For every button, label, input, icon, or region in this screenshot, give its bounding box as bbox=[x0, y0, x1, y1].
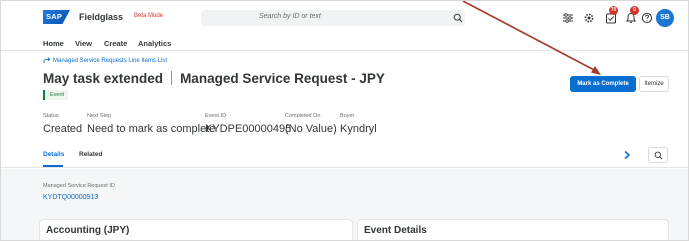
shell-bar: SAP Fieldglass Beta Mode Search by ID or… bbox=[1, 1, 688, 35]
attribute-completed-on: Completed On (No Value) bbox=[285, 113, 337, 135]
settings-icon[interactable] bbox=[562, 12, 574, 24]
attribute-value: Created bbox=[43, 123, 83, 135]
title-main: May task extended bbox=[43, 71, 164, 86]
page-title: May task extended Managed Service Request… bbox=[43, 71, 385, 86]
back-arrow-icon[interactable] bbox=[43, 57, 51, 65]
itemize-button[interactable]: Itemize bbox=[639, 76, 669, 92]
attribute-next-step: Next Step Need to mark as complete bbox=[87, 113, 215, 135]
search-icon bbox=[654, 151, 663, 160]
attribute-event-id: Event ID KYDPE00000495 bbox=[205, 113, 291, 135]
section-title: Accounting (JPY) bbox=[46, 225, 130, 236]
attribute-label: Event ID bbox=[205, 113, 227, 119]
search-icon[interactable] bbox=[453, 13, 463, 23]
active-tab-indicator bbox=[43, 165, 63, 167]
attribute-label: Next Step bbox=[87, 113, 112, 119]
top-navigation: Home View Create Analytics bbox=[1, 35, 688, 51]
request-id-link[interactable]: KYDTQ00000913 bbox=[43, 194, 98, 201]
title-divider bbox=[171, 71, 173, 85]
attribute-value: (No Value) bbox=[285, 123, 337, 135]
attribute-label: Completed On bbox=[285, 113, 321, 119]
avatar[interactable]: SB bbox=[656, 9, 674, 27]
breadcrumb-link[interactable]: Managed Service Requests Line Items List bbox=[53, 58, 167, 64]
object-header: Managed Service Requests Line Items List… bbox=[1, 52, 688, 144]
attribute-value: Kyndryl bbox=[340, 123, 377, 135]
mark-as-complete-button[interactable]: Mark as Complete bbox=[570, 76, 636, 92]
help-icon[interactable] bbox=[641, 12, 653, 24]
tasks-count-badge: 70 bbox=[609, 6, 618, 15]
details-content: Managed Service Request ID KYDTQ00000913… bbox=[1, 169, 688, 240]
nav-item-view[interactable]: View bbox=[75, 39, 92, 48]
search-placeholder: Search by ID or text bbox=[259, 13, 321, 20]
tab-details[interactable]: Details bbox=[43, 151, 64, 158]
nav-item-home[interactable]: Home bbox=[43, 39, 64, 48]
app-window: SAP Fieldglass Beta Mode Search by ID or… bbox=[0, 0, 689, 241]
section-title: Event Details bbox=[364, 225, 427, 236]
attribute-buyer: Buyer Kyndryl bbox=[340, 113, 377, 135]
status-badge: Event bbox=[43, 90, 69, 100]
sap-logo[interactable]: SAP bbox=[43, 10, 70, 24]
attribute-value: Need to mark as complete bbox=[87, 123, 216, 135]
tab-related[interactable]: Related bbox=[79, 151, 102, 158]
beta-mode-label: Beta Mode bbox=[134, 13, 164, 19]
chevron-right-icon[interactable] bbox=[621, 149, 633, 161]
nav-item-analytics[interactable]: Analytics bbox=[138, 39, 171, 48]
attribute-label: Status bbox=[43, 113, 59, 119]
title-subtitle: Managed Service Request - JPY bbox=[180, 71, 385, 86]
attribute-label: Buyer bbox=[340, 113, 355, 119]
alerts-count-badge: 0 bbox=[630, 6, 639, 15]
gear-icon[interactable] bbox=[583, 12, 595, 24]
tab-search-button[interactable] bbox=[648, 147, 668, 163]
attribute-status: Status Created bbox=[43, 113, 82, 135]
attribute-value: KYDPE00000495 bbox=[205, 123, 292, 135]
event-details-section: Event Details bbox=[357, 219, 669, 240]
app-name[interactable]: Fieldglass bbox=[79, 12, 123, 22]
tab-bar: Details Related bbox=[1, 144, 688, 168]
nav-item-create[interactable]: Create bbox=[104, 39, 127, 48]
search-input[interactable]: Search by ID or text bbox=[201, 10, 465, 26]
request-id-label: Managed Service Request ID bbox=[43, 183, 115, 189]
accounting-section: Accounting (JPY) bbox=[39, 219, 353, 240]
